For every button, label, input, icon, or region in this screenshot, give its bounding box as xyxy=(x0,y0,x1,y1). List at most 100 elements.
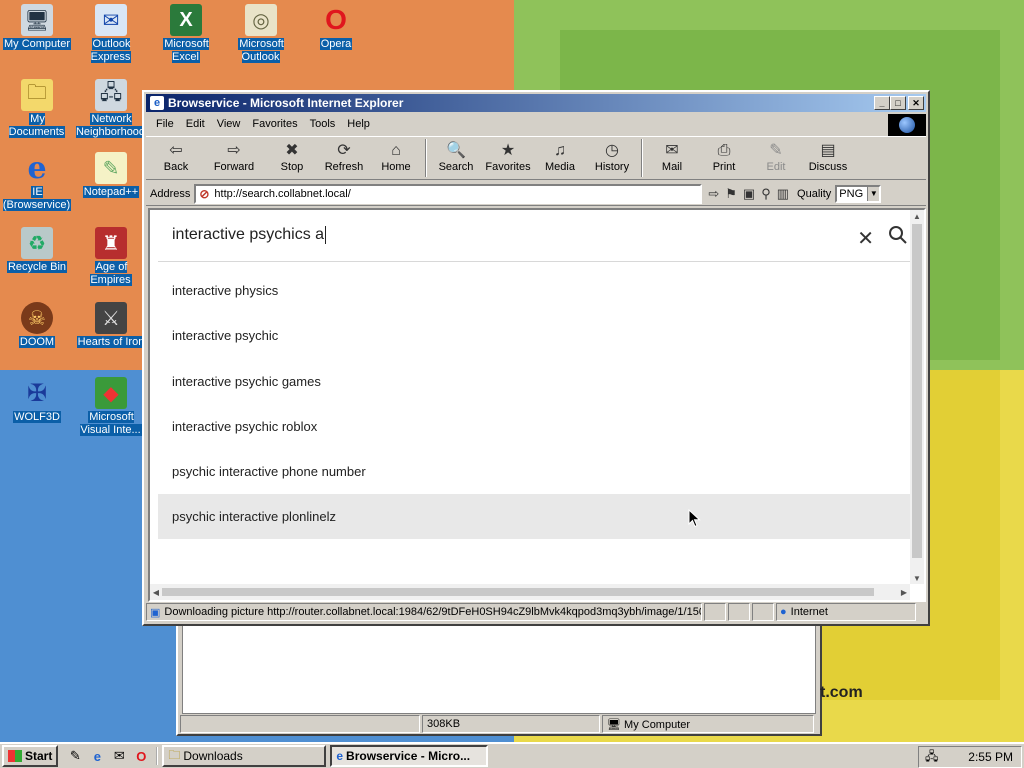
browser-window[interactable]: e Browservice - Microsoft Internet Explo… xyxy=(142,90,930,626)
status-zone-cell: ● Internet xyxy=(776,603,916,621)
recycle-bin-icon: ♻ xyxy=(21,227,53,259)
suggestion-item[interactable]: interactive psychic roblox xyxy=(158,404,914,449)
desktop-icon-outlook[interactable]: ◎ Microsoft Outlook xyxy=(224,4,298,64)
menu-edit[interactable]: Edit xyxy=(180,118,211,130)
suggestion-item[interactable]: interactive physics xyxy=(158,268,914,313)
history-button[interactable]: ◷ History xyxy=(586,137,638,179)
clipboard-icon[interactable]: ▥ xyxy=(777,186,789,202)
stop-label: Stop xyxy=(280,161,304,173)
mail-button[interactable]: ✉ Mail xyxy=(646,137,698,179)
address-input[interactable]: ⊘ http://search.collabnet.local/ xyxy=(194,183,703,204)
media-icon: ♫ xyxy=(554,142,566,159)
history-icon: ◷ xyxy=(605,142,619,159)
task-button-browservice[interactable]: e Browservice - Micro... xyxy=(330,745,489,767)
suggestion-item[interactable]: psychic interactive phone number xyxy=(158,449,914,494)
print-button[interactable]: ⎙ Print xyxy=(698,137,750,179)
horizontal-scroll-thumb[interactable] xyxy=(162,588,874,596)
menu-view[interactable]: View xyxy=(211,118,247,130)
forward-button[interactable]: ⇨ Forward xyxy=(202,137,266,179)
desktop-icon-label: Microsoft Outlook xyxy=(238,38,284,63)
start-button[interactable]: Start xyxy=(2,745,59,767)
opera-icon[interactable]: O xyxy=(132,747,150,765)
toolbar-separator xyxy=(641,139,643,177)
page-save-icon[interactable]: ▣ xyxy=(743,186,755,202)
vertical-scroll-thumb[interactable] xyxy=(912,224,922,558)
task-button-downloads[interactable]: 🗀 Downloads xyxy=(162,745,327,767)
background-window-content xyxy=(182,624,816,714)
desktop-icon-hearts-of-iron[interactable]: ⚔ Hearts of Iron xyxy=(74,302,148,349)
desktop-icon-age-of-empires[interactable]: ♜ Age of Empires xyxy=(74,227,148,287)
menu-favorites[interactable]: Favorites xyxy=(246,118,303,130)
back-button[interactable]: ⇦ Back xyxy=(150,137,202,179)
address-bar: Address ⊘ http://search.collabnet.local/… xyxy=(146,182,926,206)
discuss-button[interactable]: ▤ Discuss xyxy=(802,137,854,179)
go-arrow-icon[interactable]: ⇨ xyxy=(708,186,719,202)
print-label: Print xyxy=(712,161,736,173)
suggestion-item[interactable]: interactive psychic xyxy=(158,313,914,358)
scroll-left-icon[interactable]: ◀ xyxy=(150,584,162,600)
bookmark-icon[interactable]: ⚑ xyxy=(725,186,737,202)
home-button[interactable]: ⌂ Home xyxy=(370,137,422,179)
refresh-label: Refresh xyxy=(324,161,364,173)
suggestion-item[interactable]: interactive psychic games xyxy=(158,359,914,404)
menu-tools[interactable]: Tools xyxy=(304,118,342,130)
network-tray-icon[interactable]: 🖧 xyxy=(925,747,938,768)
edit-label: Edit xyxy=(766,161,786,173)
outlook-express-icon: ✉ xyxy=(95,4,127,36)
desktop-icon-my-documents[interactable]: 🗀 My Documents xyxy=(0,79,74,139)
show-desktop-icon[interactable]: ✎ xyxy=(66,747,84,765)
desktop-icon-excel[interactable]: X Microsoft Excel xyxy=(149,4,223,64)
search-icon[interactable] xyxy=(888,225,908,245)
refresh-button[interactable]: ⟳ Refresh xyxy=(318,137,370,179)
clock[interactable]: 2:55 PM xyxy=(968,750,1013,764)
menu-bar: File Edit View Favorites Tools Help xyxy=(146,114,926,134)
maximize-button[interactable]: □ xyxy=(890,96,906,110)
vertical-scrollbar[interactable]: ▲ ▼ xyxy=(910,210,924,584)
doom-icon: ☠ xyxy=(21,302,53,334)
media-button[interactable]: ♫ Media xyxy=(534,137,586,179)
menu-help[interactable]: Help xyxy=(341,118,376,130)
search-box[interactable]: interactive psychics a ✕ xyxy=(158,210,914,262)
menu-file[interactable]: File xyxy=(150,118,180,130)
system-tray: 🖧 2:55 PM xyxy=(918,746,1022,768)
desktop-icon-outlook-express[interactable]: ✉ Outlook Express xyxy=(74,4,148,64)
find-icon[interactable]: ⚲ xyxy=(761,186,771,202)
desktop-icon-visual-interdev[interactable]: ◆ Microsoft Visual Inte... xyxy=(74,377,148,437)
outlook-express-icon[interactable]: ✉ xyxy=(110,747,128,765)
scroll-up-icon[interactable]: ▲ xyxy=(910,210,924,222)
search-icon: 🔍 xyxy=(446,142,466,159)
desktop-icon-network-neighborhood[interactable]: 🖧 Network Neighborhood xyxy=(74,79,148,139)
close-button[interactable]: ✕ xyxy=(908,96,924,110)
wallpaper-watermark: t.com xyxy=(820,684,863,701)
minimize-button[interactable]: _ xyxy=(874,96,890,110)
page-viewport: interactive psychics a ✕ interactive phy… xyxy=(148,208,926,602)
suggestion-item-hovered[interactable]: psychic interactive plonlinelz xyxy=(158,494,914,539)
desktop-icon-wolf3d[interactable]: ✠ WOLF3D xyxy=(0,377,74,424)
window-title: Browservice - Microsoft Internet Explore… xyxy=(168,96,404,110)
favorites-button[interactable]: ★ Favorites xyxy=(482,137,534,179)
desktop-icon-notepad[interactable]: ✎ Notepad++ xyxy=(74,152,148,199)
status-cell-empty xyxy=(728,603,750,621)
title-bar[interactable]: e Browservice - Microsoft Internet Explo… xyxy=(146,94,926,112)
scroll-down-icon[interactable]: ▼ xyxy=(910,572,924,584)
clear-icon[interactable]: ✕ xyxy=(857,226,874,251)
quality-select[interactable]: PNG ▼ xyxy=(835,184,882,203)
desktop-icon-recycle-bin[interactable]: ♻ Recycle Bin xyxy=(0,227,74,274)
search-button[interactable]: 🔍 Search xyxy=(430,137,482,179)
desktop-icon-doom[interactable]: ☠ DOOM xyxy=(0,302,74,349)
desktop-icon-my-computer[interactable]: 🖥 My Computer xyxy=(0,4,74,51)
desktop-icon-opera[interactable]: O Opera xyxy=(299,4,373,51)
computer-icon: 🖥 xyxy=(607,719,625,731)
search-query[interactable]: interactive psychics a xyxy=(172,226,327,245)
desktop-icon-ie[interactable]: e IE (Browservice) xyxy=(0,151,74,212)
stop-button[interactable]: ✖ Stop xyxy=(266,137,318,179)
background-window[interactable]: 308KB 🖥 My Computer xyxy=(176,620,822,736)
horizontal-scrollbar[interactable]: ◀ ▶ xyxy=(150,584,910,600)
throbber xyxy=(888,114,926,136)
ie-icon[interactable]: e xyxy=(88,747,106,765)
scroll-right-icon[interactable]: ▶ xyxy=(898,584,910,600)
background-window-statusbar: 308KB 🖥 My Computer xyxy=(180,715,818,733)
refresh-icon: ⟳ xyxy=(337,142,351,159)
page-icon: ⊘ xyxy=(199,186,210,201)
window-controls: _ □ ✕ xyxy=(874,96,924,110)
